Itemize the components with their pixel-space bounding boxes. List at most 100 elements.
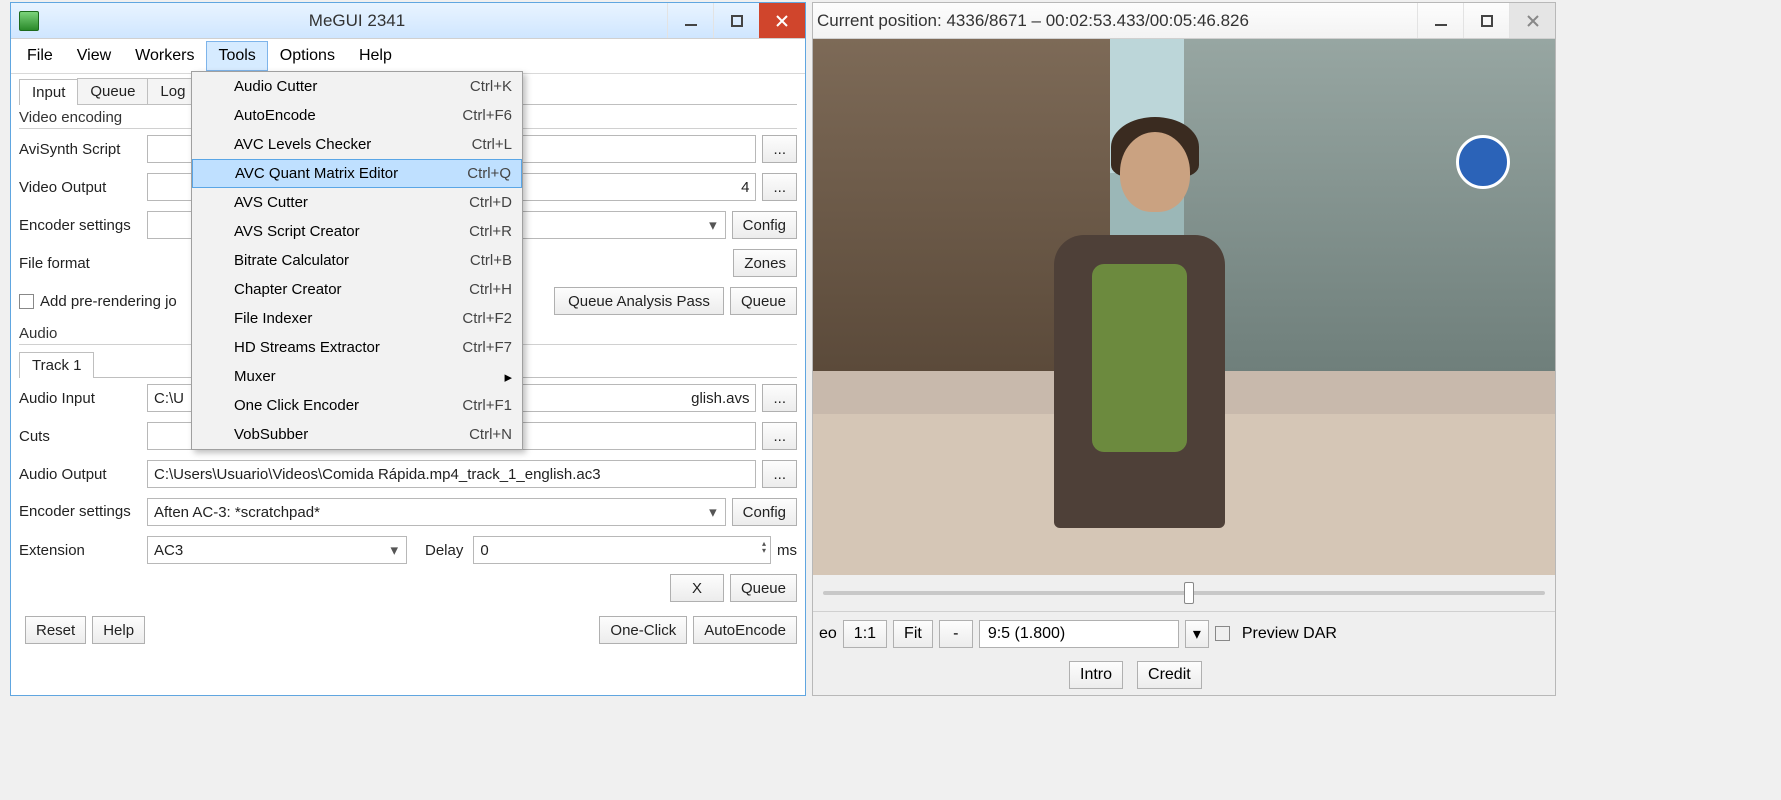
tools-menu-label: Bitrate Calculator xyxy=(234,252,470,269)
eo-label: eo xyxy=(819,625,837,643)
tools-menu-item[interactable]: Bitrate CalculatorCtrl+B xyxy=(192,246,522,275)
audio-output-label: Audio Output xyxy=(19,466,147,483)
tools-menu-label: Audio Cutter xyxy=(234,78,470,95)
tools-menu-shortcut: Ctrl+F2 xyxy=(462,310,512,327)
extension-combo[interactable]: AC3 xyxy=(147,536,407,564)
tools-menu-shortcut: Ctrl+N xyxy=(469,426,512,443)
zones-button[interactable]: Zones xyxy=(733,249,797,277)
menu-help[interactable]: Help xyxy=(347,41,404,71)
audio-encoder-value: Aften AC-3: *scratchpad* xyxy=(154,504,320,521)
menu-view[interactable]: View xyxy=(65,41,123,71)
person-figure xyxy=(1021,103,1258,575)
video-config-button[interactable]: Config xyxy=(732,211,797,239)
tools-menu-label: File Indexer xyxy=(234,310,462,327)
avisynth-browse[interactable]: ... xyxy=(762,135,797,163)
audio-x-button[interactable]: X xyxy=(670,574,724,602)
delay-label: Delay xyxy=(425,542,463,559)
tools-menu-label: VobSubber xyxy=(234,426,469,443)
tools-dropdown: Audio CutterCtrl+KAutoEncodeCtrl+F6AVC L… xyxy=(191,71,523,450)
tab-track1[interactable]: Track 1 xyxy=(19,352,94,378)
intro-button[interactable]: Intro xyxy=(1069,661,1123,689)
preview-dar-checkbox[interactable] xyxy=(1215,626,1230,641)
tools-menu-label: AVS Script Creator xyxy=(234,223,469,240)
file-format-label: File format xyxy=(19,255,147,272)
tools-menu-label: AutoEncode xyxy=(234,107,462,124)
extension-value: AC3 xyxy=(154,542,183,559)
ratio-minus-button[interactable]: - xyxy=(939,620,973,648)
tools-menu-item[interactable]: VobSubberCtrl+N xyxy=(192,420,522,449)
help-button[interactable]: Help xyxy=(92,616,145,644)
preview-title: Current position: 4336/8671 – 00:02:53.4… xyxy=(813,11,1417,31)
tools-menu-item[interactable]: AVS CutterCtrl+D xyxy=(192,188,522,217)
credit-button[interactable]: Credit xyxy=(1137,661,1202,689)
slider-thumb[interactable] xyxy=(1184,582,1194,604)
tools-menu-item[interactable]: Audio CutterCtrl+K xyxy=(192,72,522,101)
oneclick-button[interactable]: One-Click xyxy=(599,616,687,644)
prerender-label: Add pre-rendering jo xyxy=(40,293,177,310)
cuts-browse[interactable]: ... xyxy=(762,422,797,450)
menu-options[interactable]: Options xyxy=(268,41,347,71)
audio-input-prefix: C:\U xyxy=(154,390,184,407)
ratio-fit-button[interactable]: Fit xyxy=(893,620,933,648)
preview-maximize[interactable] xyxy=(1463,3,1509,38)
audio-config-button[interactable]: Config xyxy=(732,498,797,526)
tools-menu-label: HD Streams Extractor xyxy=(234,339,462,356)
tab-input[interactable]: Input xyxy=(19,79,78,105)
delay-value: 0 xyxy=(480,542,488,559)
video-frame xyxy=(813,39,1555,575)
video-output-browse[interactable]: ... xyxy=(762,173,797,201)
audio-queue-button[interactable]: Queue xyxy=(730,574,797,602)
tools-menu-shortcut: Ctrl+K xyxy=(470,78,512,95)
video-encoder-label: Encoder settings xyxy=(19,217,147,234)
audio-input-browse[interactable]: ... xyxy=(762,384,797,412)
preview-minimize[interactable] xyxy=(1417,3,1463,38)
app-icon xyxy=(19,11,39,31)
tools-menu-item[interactable]: AVC Levels CheckerCtrl+L xyxy=(192,130,522,159)
menu-tools[interactable]: Tools xyxy=(206,41,267,71)
extension-label: Extension xyxy=(19,542,147,559)
ratio-1-1-button[interactable]: 1:1 xyxy=(843,620,887,648)
tools-menu-label: AVS Cutter xyxy=(234,194,469,211)
menu-workers[interactable]: Workers xyxy=(123,41,206,71)
audio-output-field[interactable]: C:\Users\Usuario\Videos\Comida Rápida.mp… xyxy=(147,460,756,488)
maximize-button[interactable] xyxy=(713,3,759,38)
delay-unit: ms xyxy=(777,542,797,559)
audio-output-browse[interactable]: ... xyxy=(762,460,797,488)
tools-menu-shortcut: Ctrl+D xyxy=(469,194,512,211)
tools-menu-item[interactable]: Chapter CreatorCtrl+H xyxy=(192,275,522,304)
tools-menu-shortcut: Ctrl+F7 xyxy=(462,339,512,356)
audio-encoder-combo[interactable]: Aften AC-3: *scratchpad* xyxy=(147,498,726,526)
tools-menu-item[interactable]: HD Streams ExtractorCtrl+F7 xyxy=(192,333,522,362)
tools-menu-item[interactable]: AVC Quant Matrix EditorCtrl+Q xyxy=(192,159,522,188)
cuts-label: Cuts xyxy=(19,428,147,445)
tools-menu-item[interactable]: AutoEncodeCtrl+F6 xyxy=(192,101,522,130)
tools-menu-label: Chapter Creator xyxy=(234,281,469,298)
aspect-value: 9:5 (1.800) xyxy=(988,625,1065,643)
preview-close[interactable] xyxy=(1509,3,1555,38)
reset-button[interactable]: Reset xyxy=(25,616,86,644)
delay-field[interactable]: 0 xyxy=(473,536,771,564)
video-queue-button[interactable]: Queue xyxy=(730,287,797,315)
audio-output-value: C:\Users\Usuario\Videos\Comida Rápida.mp… xyxy=(154,466,601,483)
tools-menu-shortcut: Ctrl+B xyxy=(470,252,512,269)
queue-analysis-button[interactable]: Queue Analysis Pass xyxy=(554,287,724,315)
minimize-button[interactable] xyxy=(667,3,713,38)
tools-menu-item[interactable]: File IndexerCtrl+F2 xyxy=(192,304,522,333)
tools-menu-shortcut: Ctrl+R xyxy=(469,223,512,240)
window-title: MeGUI 2341 xyxy=(47,11,667,31)
tools-menu-item[interactable]: Muxer xyxy=(192,362,522,391)
tools-menu-item[interactable]: AVS Script CreatorCtrl+R xyxy=(192,217,522,246)
prerender-checkbox[interactable] xyxy=(19,294,34,309)
tools-menu-item[interactable]: One Click EncoderCtrl+F1 xyxy=(192,391,522,420)
tools-menu-shortcut: Ctrl+L xyxy=(472,136,512,153)
close-button[interactable] xyxy=(759,3,805,38)
tools-menu-shortcut: Ctrl+Q xyxy=(467,165,511,182)
aspect-dropdown-button[interactable]: ▾ xyxy=(1185,620,1209,648)
autoencode-button[interactable]: AutoEncode xyxy=(693,616,797,644)
audio-encoder-label: Encoder settings xyxy=(19,504,147,521)
aspect-field[interactable]: 9:5 (1.800) xyxy=(979,620,1179,648)
tools-menu-label: Muxer xyxy=(234,368,512,385)
tab-queue[interactable]: Queue xyxy=(77,78,148,104)
menu-file[interactable]: File xyxy=(15,41,65,71)
position-slider[interactable] xyxy=(823,591,1545,595)
